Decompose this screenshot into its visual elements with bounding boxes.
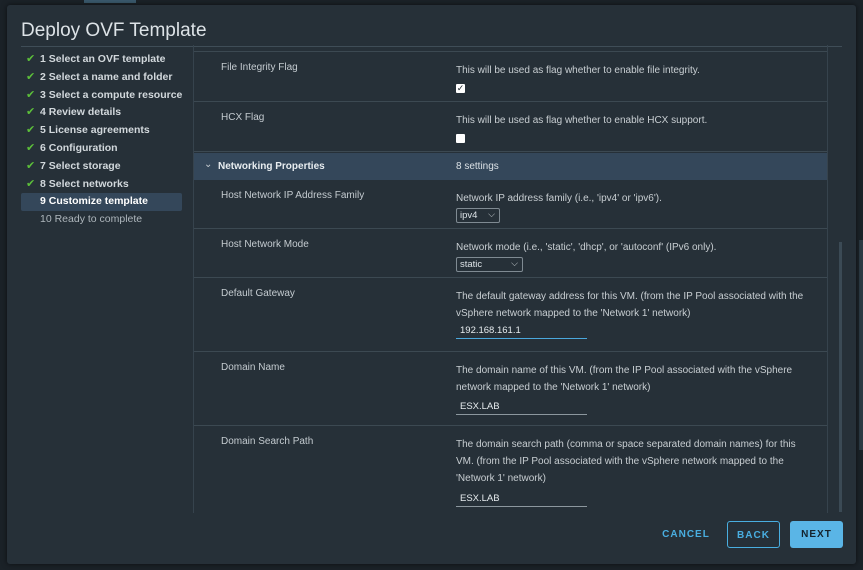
wizard-step[interactable]: ✔ 4 Review details [21, 104, 189, 122]
property-description: Network mode (i.e., 'static', 'dhcp', or… [456, 242, 717, 253]
property-description: This will be used as flag whether to ena… [456, 65, 700, 76]
property-row-domain-name: Domain Name The domain name of this VM. … [194, 352, 827, 426]
previous-row-end [194, 45, 827, 52]
select-value: static [460, 259, 483, 270]
check-icon: ✓ [456, 83, 465, 93]
check-icon: ✔ [26, 53, 36, 65]
step-label: 10 Ready to complete [40, 213, 143, 226]
dialog-title: Deploy OVF Template [21, 20, 207, 41]
property-label: Domain Search Path [221, 436, 314, 447]
default-gateway-input[interactable]: 192.168.161.1 [456, 324, 587, 339]
check-icon: ✔ [26, 141, 36, 154]
deploy-ovf-dialog: Deploy OVF Template ✔ 1 Select an OVF tem… [7, 5, 856, 564]
back-button[interactable]: BACK [727, 521, 780, 548]
domain-name-input[interactable]: ESX.LAB [456, 400, 587, 415]
check-icon: ✔ [26, 70, 36, 83]
ip-family-select[interactable]: ipv4 ⌵ [456, 208, 500, 223]
wizard-step[interactable]: ✔ 8 Select networks [21, 176, 189, 194]
next-button[interactable]: NEXT [790, 521, 843, 548]
check-icon: ✔ [26, 106, 36, 119]
wizard-step[interactable]: ✔ 6 Configuration [21, 140, 189, 158]
section-count: 8 settings [456, 161, 499, 172]
property-row-hcx: HCX Flag This will be used as flag wheth… [194, 102, 827, 152]
step-label: 2 Select a name and folder [40, 70, 173, 83]
property-description: The domain name of this VM. (from the IP… [456, 365, 793, 393]
property-row-ip-family: Host Network IP Address Family Network I… [194, 180, 827, 229]
step-label: 7 Select storage [40, 159, 121, 172]
check-icon: ✔ [26, 88, 36, 101]
property-label: Host Network IP Address Family [221, 190, 365, 201]
networking-properties-header[interactable]: ⌄ Networking Properties 8 settings [194, 153, 827, 180]
step-label: 1 Select an OVF template [40, 53, 166, 65]
wizard-step[interactable]: ✔ 5 License agreements [21, 122, 189, 140]
customize-template-panel[interactable]: File Integrity Flag This will be used as… [193, 45, 828, 513]
step-label: 5 License agreements [40, 124, 150, 137]
property-label: Default Gateway [221, 288, 295, 299]
scrollbar[interactable] [839, 242, 842, 512]
property-row-default-gateway: Default Gateway The default gateway addr… [194, 278, 827, 352]
wizard-step[interactable]: ✔ 1 Select an OVF template [21, 51, 189, 69]
file-integrity-checkbox[interactable]: ✓ [456, 84, 465, 93]
property-description: The default gateway address for this VM.… [456, 291, 804, 319]
wizard-step[interactable]: ✔ 7 Select storage [21, 158, 189, 176]
step-label: 9 Customize template [40, 195, 148, 208]
property-label: File Integrity Flag [221, 62, 298, 73]
property-description: Network IP address family (i.e., 'ipv4' … [456, 193, 662, 204]
wizard-step-pending: 10 Ready to complete [21, 211, 189, 229]
step-label: 4 Review details [40, 106, 122, 119]
check-icon: ✔ [26, 159, 36, 172]
chevron-down-icon: ⌵ [511, 258, 518, 268]
chevron-down-icon[interactable]: ⌄ [204, 159, 212, 170]
wizard-steps: ✔ 1 Select an OVF template ✔ 2 Select a na… [21, 51, 189, 229]
step-label: 8 Select networks [40, 177, 129, 190]
wizard-step[interactable]: ✔ 2 Select a name and folder [21, 69, 189, 87]
background-tab [84, 0, 136, 3]
check-icon: ✔ [26, 124, 36, 137]
hcx-checkbox[interactable] [456, 134, 465, 143]
step-label: 6 Configuration [40, 141, 118, 154]
property-label: Host Network Mode [221, 239, 309, 250]
check-icon: ✔ [26, 177, 36, 190]
property-row-network-mode: Host Network Mode Network mode (i.e., 's… [194, 229, 827, 278]
background-panel-edge [859, 240, 863, 450]
step-label: 3 Select a compute resource [40, 88, 183, 101]
property-description: This will be used as flag whether to ena… [456, 115, 708, 126]
domain-search-path-input[interactable]: ESX.LAB [456, 492, 587, 507]
property-row-file-integrity: File Integrity Flag This will be used as… [194, 52, 827, 102]
network-mode-select[interactable]: static ⌵ [456, 257, 523, 272]
chevron-down-icon: ⌵ [488, 209, 495, 219]
section-name: Networking Properties [218, 161, 325, 172]
wizard-step-current[interactable]: 9 Customize template [21, 193, 182, 212]
property-description: The domain search path (comma or space s… [456, 439, 796, 484]
cancel-button[interactable]: CANCEL [657, 521, 715, 548]
property-label: HCX Flag [221, 112, 265, 123]
property-row-domain-search-path: Domain Search Path The domain search pat… [194, 426, 827, 513]
wizard-step[interactable]: ✔ 3 Select a compute resource [21, 87, 189, 105]
select-value: ipv4 [460, 210, 478, 221]
property-label: Domain Name [221, 362, 285, 373]
